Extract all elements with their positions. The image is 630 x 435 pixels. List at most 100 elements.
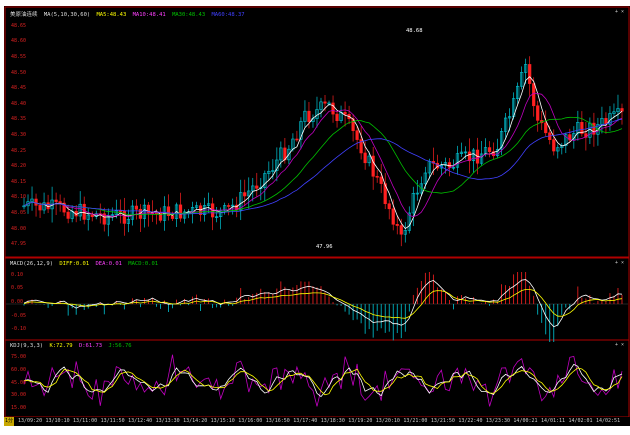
- ma60-line: [23, 118, 623, 215]
- kdj-k-value: K:72.79: [49, 343, 73, 349]
- ma60-value: MA60:48.37: [211, 12, 245, 18]
- candle-body: [552, 139, 556, 152]
- candle-body: [118, 210, 122, 212]
- y-tick-label: 30.00: [11, 392, 27, 399]
- candle-body: [399, 225, 403, 235]
- kdj-panel-controls-button[interactable]: + ×: [615, 342, 624, 348]
- candle-body: [544, 122, 548, 134]
- x-tick-label: 13/22:40: [458, 418, 483, 424]
- y-tick-label: 48.60: [11, 38, 27, 45]
- x-tick-label: 13/23:30: [485, 418, 510, 424]
- candle-body: [387, 203, 391, 210]
- y-tick-label: -0.05: [11, 312, 27, 319]
- candle-body: [528, 64, 532, 84]
- candle-body: [355, 130, 359, 140]
- y-tick-label: 48.45: [11, 85, 27, 92]
- period-button[interactable]: 1分: [4, 417, 14, 426]
- y-tick-label: 0.05: [11, 285, 24, 292]
- y-tick-label: 60.00: [11, 366, 27, 373]
- x-tick-label: 13/21:00: [403, 418, 428, 424]
- y-tick-label: -0.10: [11, 326, 27, 333]
- y-tick-label: 15.00: [11, 404, 27, 411]
- candle-body: [54, 199, 58, 202]
- candle-body: [34, 198, 38, 206]
- candle-body: [38, 204, 42, 211]
- x-tick-label: 13/21:50: [430, 418, 455, 424]
- kdj-j-line: [23, 354, 623, 407]
- y-tick-label: 48.55: [11, 54, 27, 60]
- y-tick-label: 48.15: [11, 178, 27, 185]
- candle-body: [363, 152, 367, 164]
- y-tick-label: 47.95: [11, 241, 27, 248]
- x-tick-label: 14/02:51: [596, 418, 621, 424]
- x-tick-label: 14/02:01: [568, 418, 593, 424]
- candle-body: [379, 176, 383, 184]
- candle-body: [323, 101, 327, 104]
- candle-body: [343, 111, 347, 115]
- candle-body: [227, 205, 231, 207]
- y-tick-label: 48.10: [11, 194, 27, 201]
- candle-body: [447, 162, 452, 168]
- candle-body: [82, 203, 86, 220]
- ma5-value: MA5:48.43: [96, 12, 127, 18]
- candle-body: [391, 208, 395, 225]
- x-tick-label: 14/00:21: [513, 418, 538, 424]
- x-tick-label: 13/18:30: [320, 418, 345, 424]
- macd-name: MACD(26,12,9): [10, 261, 54, 267]
- macd-panel-controls-button[interactable]: + ×: [615, 260, 624, 266]
- x-tick-label: 13/13:30: [155, 418, 180, 424]
- y-tick-label: 48.40: [11, 100, 27, 107]
- candle-body: [536, 105, 540, 121]
- trading-window: 美原油连续 MA(5,10,30,60) MA5:48.43 MA10:48.4…: [0, 0, 630, 435]
- candle-body: [487, 147, 492, 152]
- ma30-value: MA30:48.43: [172, 12, 206, 18]
- x-tick-label: 13/19:20: [348, 418, 373, 424]
- candle-body: [395, 224, 399, 226]
- candle-body: [178, 204, 183, 219]
- macd-legend: MACD(26,12,9) DIFF:0.01 DEA:0.01 MACD:0.…: [10, 261, 161, 267]
- x-tick-label: 13/10:10: [45, 418, 70, 424]
- x-tick-label: 13/14:20: [183, 418, 208, 424]
- chart-svg: [4, 6, 630, 418]
- macd-macd-value: MACD:0.01: [128, 261, 159, 267]
- kdj-legend: KDJ(9,3,3) K:72.79 D:61.73 J:56.76: [10, 343, 135, 349]
- y-tick-label: 48.50: [11, 69, 27, 76]
- y-tick-label: 48.65: [11, 22, 27, 29]
- candle-body: [134, 205, 138, 210]
- main-panel-controls-button[interactable]: + ×: [615, 9, 624, 15]
- main-panel-border: [4, 6, 630, 258]
- macd-dif-value: DIFF:0.01: [59, 261, 90, 267]
- candle-body: [255, 185, 259, 189]
- y-tick-label: 75.00: [11, 354, 27, 361]
- ma30-line: [23, 116, 623, 216]
- x-tick-label: 13/20:10: [375, 418, 400, 424]
- instrument-name: 美原油连续: [10, 12, 38, 18]
- candle-body: [532, 83, 536, 107]
- x-tick-label: 14/01:11: [540, 418, 566, 424]
- y-tick-label: 48.05: [11, 210, 27, 216]
- candle-body: [154, 212, 159, 215]
- y-tick-label: 48.00: [11, 225, 27, 232]
- candle-body: [66, 211, 70, 219]
- candle-body: [243, 192, 247, 197]
- time-axis: 13/09:20 13/10:10 13/11:00 13/11:50 13/12:40…: [4, 417, 630, 426]
- x-tick-label: 13/15:10: [210, 418, 235, 424]
- x-tick-label: 13/16:00: [238, 418, 263, 424]
- candle-body: [295, 138, 299, 141]
- y-tick-label: 48.25: [11, 147, 27, 154]
- ma10-value: MA10:48.41: [132, 12, 166, 18]
- kdj-name: KDJ(9,3,3): [10, 343, 44, 349]
- peak-high-label: 48.68: [406, 28, 423, 34]
- x-tick-label: 13/17:40: [293, 418, 318, 424]
- candle-body: [620, 108, 624, 112]
- kdj-d-line: [23, 367, 623, 396]
- ma10-line: [23, 92, 623, 218]
- x-tick-label: 13/09:20: [18, 418, 43, 424]
- macd-dif-line: [23, 279, 623, 328]
- x-tick-label: 13/11:00: [73, 418, 98, 424]
- ma-params: MA(5,10,30,60): [43, 12, 91, 18]
- x-tick-label: 13/16:50: [265, 418, 290, 424]
- candle-body: [331, 102, 335, 115]
- candle-body: [170, 215, 175, 219]
- y-tick-label: 48.30: [11, 132, 27, 138]
